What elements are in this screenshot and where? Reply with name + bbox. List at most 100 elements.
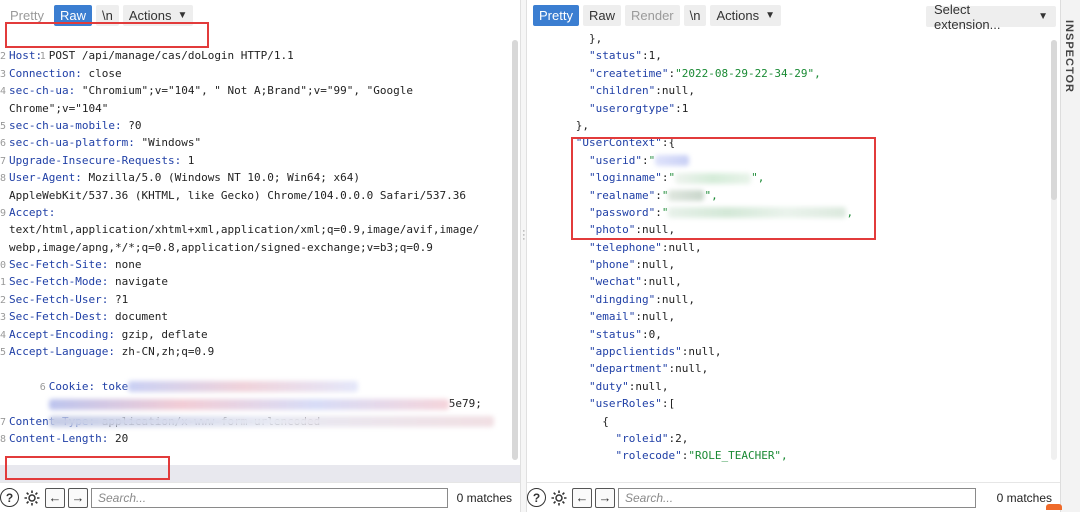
header-line: text/html,application/xhtml+xml,applicat… xyxy=(0,221,520,238)
response-tab-raw[interactable]: Raw xyxy=(582,4,621,26)
json-value: 1 xyxy=(681,101,689,115)
help-icon[interactable]: ? xyxy=(0,488,19,507)
json-key: "dingding" xyxy=(588,292,656,306)
response-tab-pretty[interactable]: Pretty xyxy=(533,4,579,26)
line-number: 3 xyxy=(0,312,7,324)
json-colon: : xyxy=(635,258,642,272)
json-line: "password":", xyxy=(527,204,1060,221)
help-icon[interactable]: ? xyxy=(527,488,546,507)
header-line: 4 Accept-Encoding: gzip, deflate xyxy=(0,326,520,343)
json-line: "photo":null, xyxy=(527,221,1060,238)
gear-icon[interactable] xyxy=(549,488,569,508)
response-search-bar: ? ← → 0 matches xyxy=(527,482,1060,512)
header-key: Sec-Fetch-Mode: xyxy=(9,275,109,289)
json-line: }, xyxy=(527,117,1060,134)
corner-logo-icon xyxy=(1046,504,1062,510)
response-newline-toggle[interactable]: \n xyxy=(683,4,707,26)
header-key: sec-ch-ua-mobile: xyxy=(9,118,122,132)
header-line: 6 sec-ch-ua-platform: "Windows" xyxy=(0,134,520,151)
json-colon: : xyxy=(655,84,662,98)
json-key: "userorgtype" xyxy=(588,101,676,115)
chevron-down-icon: ▼ xyxy=(177,9,188,21)
json-value: null, xyxy=(641,223,676,237)
json-value: 1, xyxy=(648,49,662,63)
json-key: "password" xyxy=(588,205,656,219)
json-key: "roleid" xyxy=(615,431,669,445)
header-value: document xyxy=(108,310,168,324)
json-quote: " xyxy=(668,171,676,185)
json-key: "status" xyxy=(588,327,642,341)
header-key: Sec-Fetch-Site: xyxy=(9,258,109,272)
header-value: text/html,application/xhtml+xml,applicat… xyxy=(9,223,480,237)
json-value: null, xyxy=(661,292,695,306)
response-tab-render[interactable]: Render xyxy=(624,4,680,26)
header-value: AppleWebKit/537.36 (KHTML, like Gecko) C… xyxy=(9,188,466,202)
json-key: "userid" xyxy=(588,153,642,167)
json-line: "dingding":null, xyxy=(527,291,1060,308)
response-search-input[interactable] xyxy=(618,487,976,508)
request-tab-raw[interactable]: Raw xyxy=(53,4,92,26)
json-colon: : xyxy=(655,205,662,219)
request-newline-toggle[interactable]: \n xyxy=(95,4,119,26)
header-value: "Windows" xyxy=(134,136,202,150)
next-match-arrow-icon[interactable]: → xyxy=(68,487,88,508)
header-key: Accept-Encoding: xyxy=(9,327,115,341)
json-colon: : xyxy=(641,49,649,63)
json-quote: " xyxy=(648,153,656,167)
chevron-down-icon: ▼ xyxy=(1038,11,1048,22)
json-quote: " xyxy=(661,188,669,202)
request-body-line: 0userToken xyxy=(0,464,520,482)
json-line: "userorgtype":1 xyxy=(527,100,1060,117)
next-match-arrow-icon[interactable]: → xyxy=(595,487,615,508)
scrollbar-thumb[interactable] xyxy=(1051,40,1057,200)
request-editor[interactable]: 1 POST /api/manage/cas/doLogin HTTP/1.1 2… xyxy=(0,30,520,482)
splitter-grip-icon: · · · xyxy=(522,225,526,245)
response-scrollbar[interactable] xyxy=(1051,40,1057,460)
scrollbar-thumb[interactable] xyxy=(512,40,518,460)
json-value: null, xyxy=(641,258,676,272)
request-tab-pretty[interactable]: Pretty xyxy=(4,5,50,26)
line-number: 3 xyxy=(0,68,7,80)
header-value: Chrome";v="104" xyxy=(9,101,109,115)
request-match-count: 0 matches xyxy=(456,490,512,505)
response-editor[interactable]: }, "status":1, "createtime":"2022-08-29-… xyxy=(527,30,1060,482)
select-extension-dropdown[interactable]: Select extension... ▼ xyxy=(926,2,1056,32)
header-value: "Chromium";v="104", " Not A;Brand";v="99… xyxy=(75,84,413,98)
json-key: "phone" xyxy=(588,258,636,272)
request-method-path: POST /api/manage/cas/doLogin xyxy=(48,49,235,63)
json-key: "appclientids" xyxy=(588,345,682,359)
json-value: null, xyxy=(688,345,722,359)
gear-icon[interactable] xyxy=(22,488,42,508)
previous-match-arrow-icon[interactable]: ← xyxy=(572,487,592,508)
header-value: 1 xyxy=(181,153,195,167)
cookie-tail: 5e79; xyxy=(448,397,482,411)
inspector-panel-tab[interactable]: INSPECTOR xyxy=(1060,0,1080,512)
response-actions-button[interactable]: Actions ▼ xyxy=(710,4,782,26)
actions-label: Actions xyxy=(128,7,172,23)
pane-splitter[interactable]: · · · xyxy=(520,0,527,512)
line-number: 4 xyxy=(0,329,7,341)
header-value: zh-CN,zh;q=0.9 xyxy=(114,345,215,359)
header-line: 5 sec-ch-ua-mobile: ?0 xyxy=(0,117,520,134)
request-search-input[interactable] xyxy=(91,487,448,508)
line-number: 5 xyxy=(0,120,7,132)
header-value: Mozilla/5.0 (Windows NT 10.0; Win64; x64… xyxy=(81,171,361,185)
json-key: "loginname" xyxy=(588,171,662,185)
redacted-value xyxy=(655,155,690,167)
json-line: "loginname":" ", xyxy=(527,169,1060,186)
request-search-bar: ? ← → 0 matches xyxy=(0,482,520,512)
request-toolbar: Pretty Raw \n Actions ▼ xyxy=(0,0,520,30)
request-scrollbar[interactable] xyxy=(512,40,518,460)
json-value: null, xyxy=(648,275,682,289)
request-actions-button[interactable]: Actions ▼ xyxy=(122,4,194,26)
response-toolbar: Pretty Raw Render \n Actions ▼ Select ex… xyxy=(527,0,1060,32)
previous-match-arrow-icon[interactable]: ← xyxy=(45,487,65,508)
